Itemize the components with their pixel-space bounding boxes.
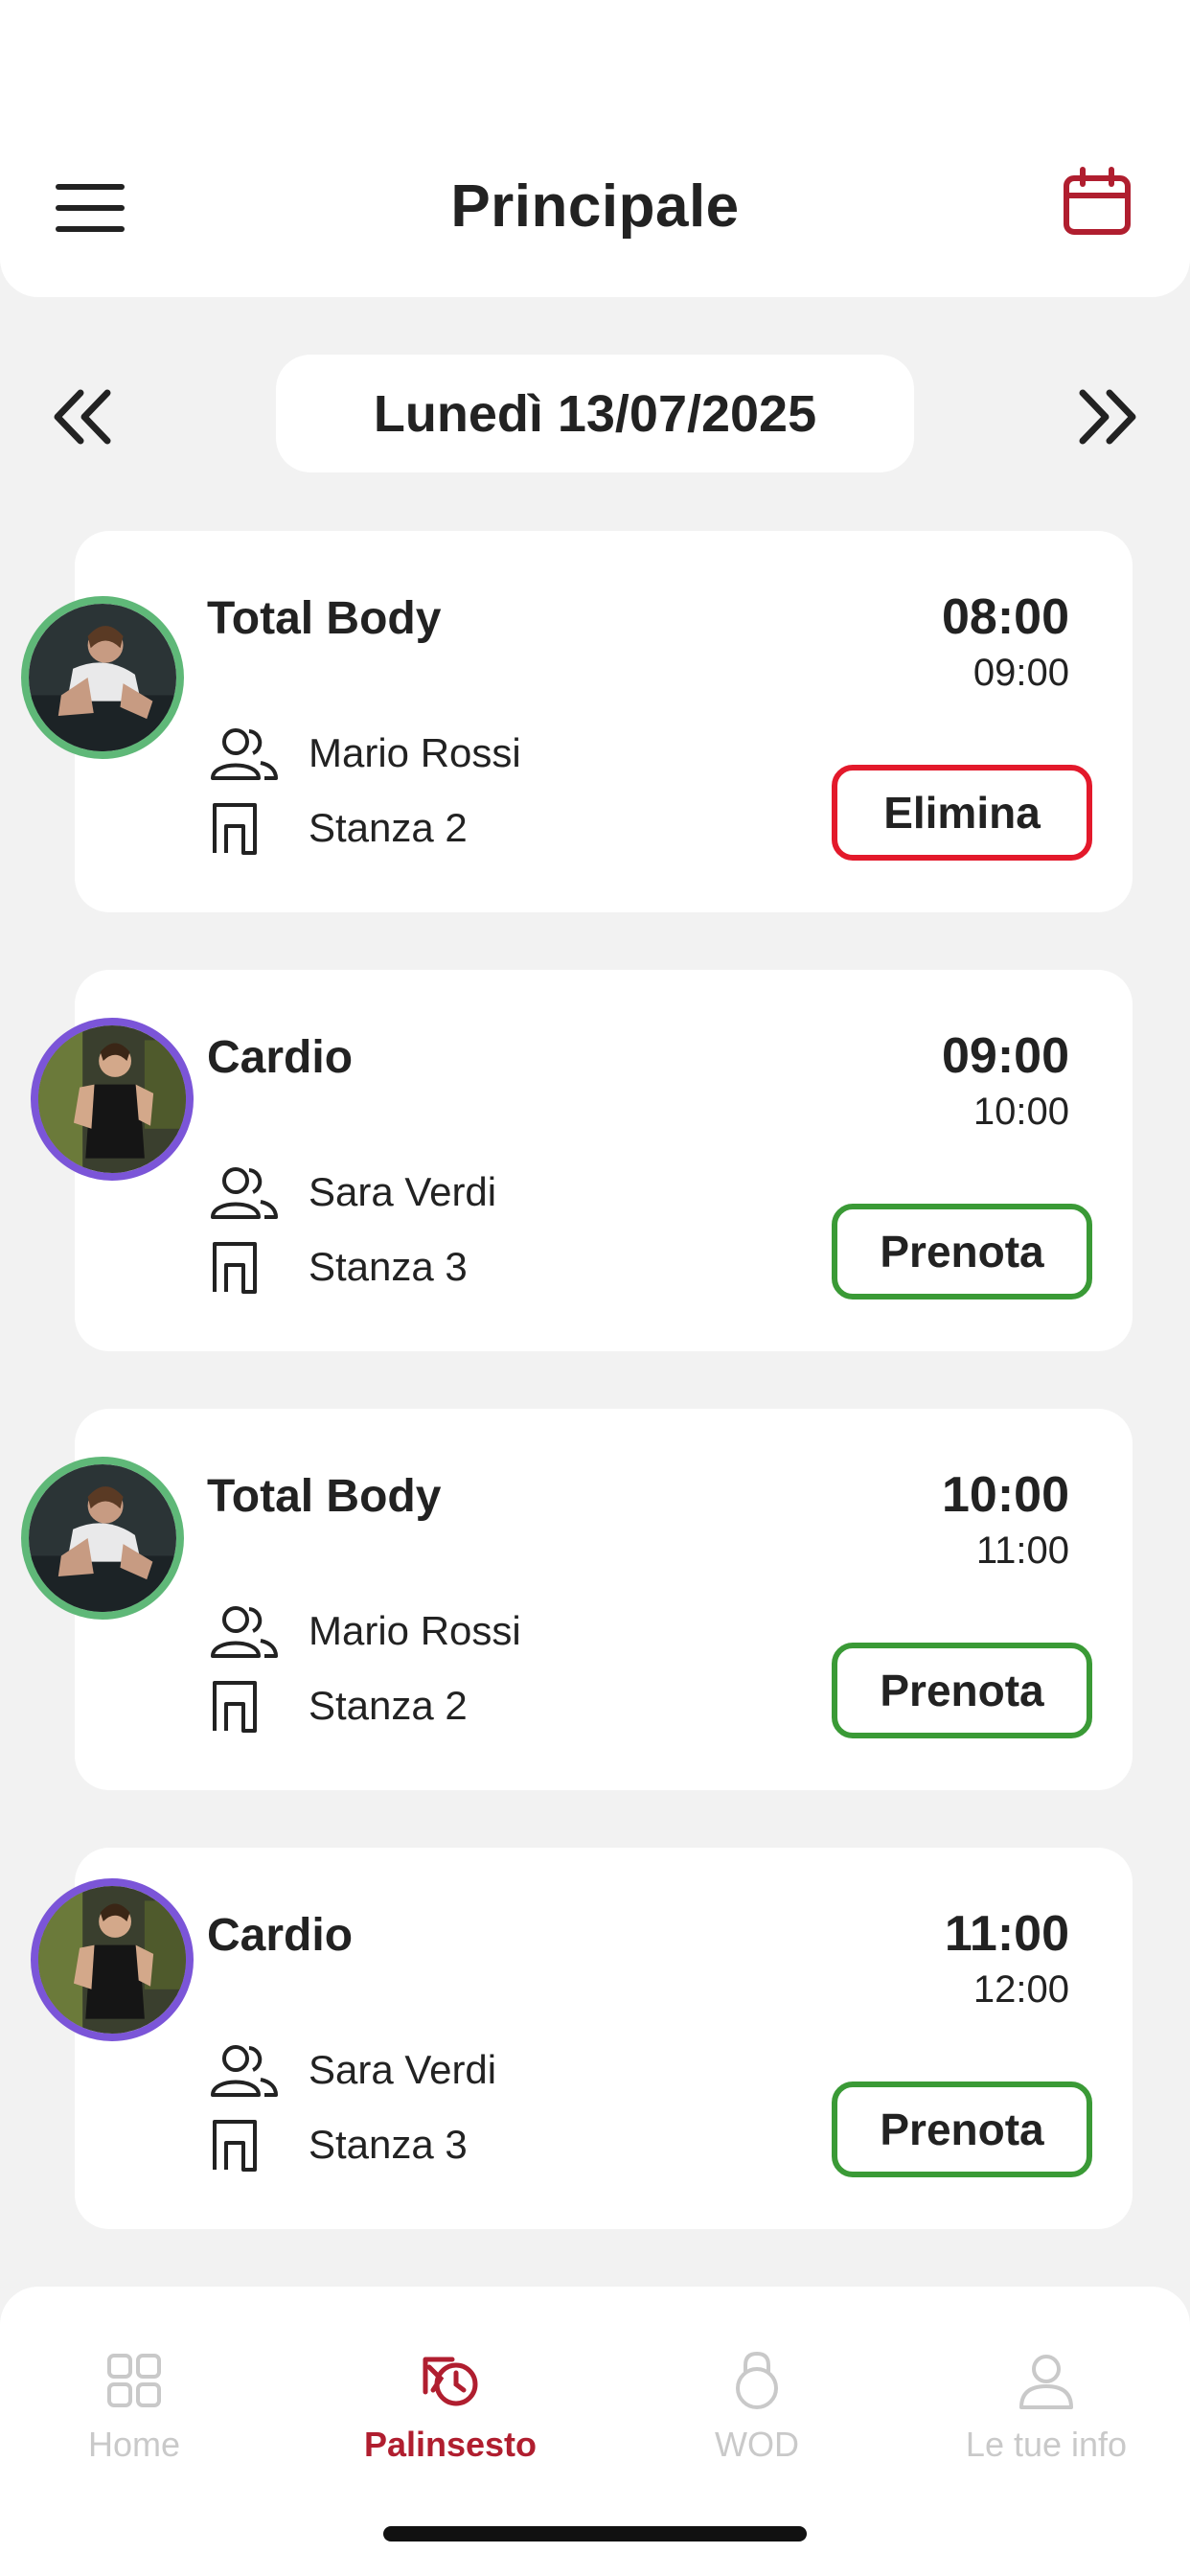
page-title: Principale [450, 173, 740, 240]
class-card: Cardio 11:00 12:00 Sara Verdi Stanza 3 P… [75, 1848, 1133, 2229]
double-chevron-right-icon[interactable] [1073, 383, 1140, 450]
end-time: 11:00 [975, 1530, 1069, 1572]
class-name: Total Body [207, 1471, 442, 1522]
class-card: Cardio 09:00 10:00 Sara Verdi Stanza 3 P… [75, 970, 1133, 1351]
trainer-photo-image [29, 1464, 176, 1612]
tab-label: Palinsesto [363, 2425, 538, 2464]
room-icon [213, 803, 257, 855]
start-time: 10:00 [942, 1467, 1069, 1523]
book-button[interactable]: Prenota [832, 1643, 1092, 1738]
calendar-icon[interactable] [1062, 167, 1133, 238]
tab-profile[interactable]: Le tue info [931, 2350, 1161, 2494]
grid-icon [107, 2354, 161, 2407]
end-time: 10:00 [973, 1091, 1069, 1133]
trainer-name: Mario Rossi [309, 730, 521, 775]
trainer-name: Sara Verdi [309, 1169, 497, 1214]
room-icon [213, 1681, 257, 1733]
trainer-name: Mario Rossi [309, 1608, 521, 1653]
trainer-row: Mario Rossi [207, 724, 521, 782]
user-icon [1019, 2355, 1073, 2409]
users-icon [211, 2045, 278, 2097]
class-card: Total Body 08:00 09:00 Mario Rossi Stanz… [75, 531, 1133, 912]
app-header: Principale [0, 0, 1190, 297]
room-name: Stanza 2 [309, 805, 468, 850]
room-icon [213, 1242, 257, 1294]
trainer-row: Sara Verdi [207, 2041, 496, 2099]
tab-home[interactable]: Home [19, 2350, 249, 2494]
class-name: Total Body [207, 593, 442, 644]
book-button[interactable]: Prenota [832, 1204, 1092, 1300]
delete-booking-button[interactable]: Elimina [832, 765, 1092, 861]
end-time: 12:00 [973, 1968, 1069, 2011]
trainer-photo-image [38, 1025, 186, 1173]
home-indicator [383, 2526, 807, 2542]
trainer-row: Sara Verdi [207, 1163, 496, 1221]
tab-label: Le tue info [965, 2425, 1128, 2464]
trainer-photo-image [38, 1886, 186, 2034]
tab-palinsesto[interactable]: Palinsesto [335, 2350, 565, 2494]
class-avatar [31, 1878, 194, 2041]
class-card: Total Body 10:00 11:00 Mario Rossi Stanz… [75, 1409, 1133, 1790]
room-name: Stanza 2 [309, 1683, 468, 1728]
trainer-photo-image [29, 604, 176, 751]
start-time: 09:00 [942, 1028, 1069, 1084]
tab-label: WOD [715, 2425, 799, 2464]
double-chevron-left-icon[interactable] [50, 383, 117, 450]
room-name: Stanza 3 [309, 1244, 468, 1289]
room-name: Stanza 3 [309, 2122, 468, 2167]
trainer-name: Sara Verdi [309, 2047, 497, 2092]
screen: Principale Lunedì 13/07/2025 Total Body … [0, 0, 1190, 2576]
room-row: Stanza 3 [207, 2116, 468, 2174]
room-row: Stanza 3 [207, 1238, 468, 1296]
trainer-row: Mario Rossi [207, 1602, 521, 1660]
class-avatar [21, 1457, 184, 1620]
class-name: Cardio [207, 1032, 354, 1083]
class-avatar [21, 596, 184, 759]
users-icon [211, 1167, 278, 1219]
users-icon [211, 728, 278, 780]
tab-wod[interactable]: WOD [642, 2350, 872, 2494]
start-time: 11:00 [944, 1906, 1069, 1962]
end-time: 09:00 [973, 652, 1069, 694]
start-time: 08:00 [942, 589, 1069, 645]
class-avatar [31, 1018, 194, 1181]
book-button[interactable]: Prenota [832, 2082, 1092, 2177]
users-icon [211, 1606, 278, 1658]
date-selector[interactable]: Lunedì 13/07/2025 [276, 355, 914, 472]
room-row: Stanza 2 [207, 1677, 468, 1735]
room-row: Stanza 2 [207, 799, 468, 857]
kettlebell-icon [736, 2351, 778, 2409]
schedule-icon [423, 2357, 478, 2406]
class-name: Cardio [207, 1910, 354, 1961]
room-icon [213, 2120, 257, 2172]
tab-label: Home [87, 2425, 181, 2464]
